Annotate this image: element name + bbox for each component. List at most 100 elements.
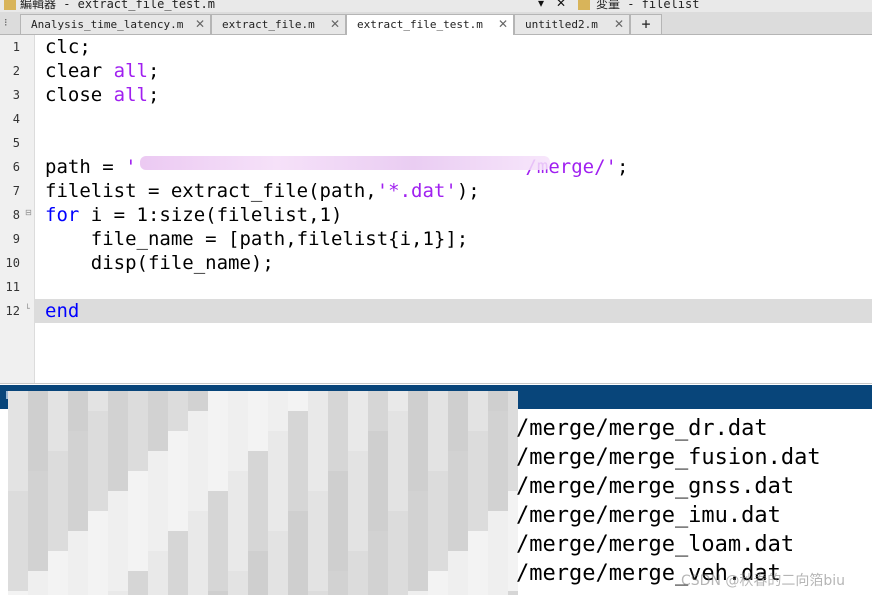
mosaic-cell (168, 391, 188, 411)
command-window[interactable]: /merge/merge_dr.dat/merge/merge_fusion.d… (0, 385, 872, 595)
mosaic-cell (48, 411, 68, 431)
code-line[interactable]: file_name = [path,filelist{i,1}]; (45, 227, 469, 251)
mosaic-cell (348, 391, 368, 411)
code-line[interactable]: clear all; (45, 59, 159, 83)
mosaic-cell (208, 431, 228, 451)
code-line[interactable]: disp(file_name); (45, 251, 274, 275)
tab-analysis-time-latency[interactable]: Analysis_time_latency.m ✕ (20, 14, 211, 34)
mosaic-cell (128, 411, 148, 431)
mosaic-cell (88, 471, 108, 491)
code-line[interactable]: end (34, 299, 872, 323)
tab-close-icon[interactable]: ✕ (330, 17, 340, 31)
mosaic-cell (8, 391, 28, 411)
mosaic-cell (48, 391, 68, 411)
mosaic-cell (208, 591, 228, 595)
mosaic-cell (188, 391, 208, 411)
mosaic-cell (148, 511, 168, 531)
line-number: 9 (12, 232, 20, 246)
mosaic-cell (348, 471, 368, 491)
mosaic-cell (368, 531, 388, 551)
variable-title: 変量 - filelist (596, 0, 700, 11)
code-token: for (45, 204, 80, 226)
tab-extract-file[interactable]: extract_file.m ✕ (211, 14, 346, 34)
mosaic-cell (188, 511, 208, 531)
mosaic-cell (328, 471, 348, 491)
tab-close-icon[interactable]: ✕ (614, 17, 624, 31)
mosaic-cell (488, 431, 508, 451)
code-line[interactable]: clc; (45, 35, 91, 59)
code-line[interactable]: filelist = extract_file(path,'*.dat'); (45, 179, 480, 203)
mosaic-cell (48, 511, 68, 531)
tab-grip-icon[interactable]: ⁝ (4, 16, 8, 29)
code-token: end (45, 300, 80, 322)
mosaic-cell (168, 411, 188, 431)
mosaic-cell (228, 591, 248, 595)
code-token: ); (456, 180, 480, 202)
close-icon[interactable]: ✕ (556, 0, 566, 10)
mosaic-cell (268, 391, 288, 411)
fold-end-icon: └ (25, 304, 30, 313)
mosaic-cell (508, 591, 518, 595)
mosaic-cell (68, 431, 88, 451)
mosaic-cell (228, 471, 248, 491)
mosaic-cell (468, 571, 488, 591)
tab-extract-file-test[interactable]: extract_file_test.m ✕ (346, 14, 514, 35)
mosaic-cell (488, 471, 508, 491)
mosaic-cell (148, 571, 168, 591)
mosaic-cell (48, 471, 68, 491)
mosaic-cell (268, 471, 288, 491)
code-line[interactable]: for i = 1:size(filelist,1) (45, 203, 342, 227)
mosaic-cell (448, 591, 468, 595)
code-line[interactable]: close all; (45, 83, 159, 107)
tab-close-icon[interactable]: ✕ (195, 17, 205, 31)
variable-icon (578, 0, 590, 10)
add-tab-button[interactable]: + (630, 14, 662, 34)
add-tab-label: + (641, 15, 651, 33)
mosaic-cell (468, 511, 488, 531)
mosaic-cell (428, 471, 448, 491)
code-editor[interactable]: 1 clc; 2 clear all; 3 close all; 4 5 6 path = ' /… (0, 35, 872, 384)
mosaic-cell (348, 531, 368, 551)
code-token: ' (125, 156, 137, 178)
mosaic-cell (188, 411, 208, 431)
mosaic-cell (428, 591, 448, 595)
mosaic-cell (108, 551, 128, 571)
mosaic-cell (448, 471, 468, 491)
mosaic-cell (28, 411, 48, 431)
mosaic-cell (328, 571, 348, 591)
mosaic-cell (448, 451, 468, 471)
tab-untitled2[interactable]: untitled2.m ✕ (514, 14, 630, 34)
mosaic-cell (328, 431, 348, 451)
mosaic-cell (388, 551, 408, 571)
mosaic-cell (88, 391, 108, 411)
mosaic-cell (248, 451, 268, 471)
mosaic-cell (228, 571, 248, 591)
mosaic-cell (128, 531, 148, 551)
mosaic-cell (348, 411, 368, 431)
tab-close-icon[interactable]: ✕ (498, 17, 508, 31)
mosaic-cell (368, 551, 388, 571)
mosaic-cell (188, 571, 208, 591)
mosaic-cell (388, 591, 408, 595)
mosaic-cell (88, 531, 108, 551)
fold-toggle-icon[interactable]: ⊟ (25, 208, 33, 217)
mosaic-cell (148, 431, 168, 451)
mosaic-cell (88, 411, 108, 431)
editor-tab-bar: ⁝ Analysis_time_latency.m ✕ extract_file… (0, 12, 872, 35)
mosaic-cell (408, 451, 428, 471)
mosaic-cell (488, 491, 508, 511)
code-token: ; (147, 84, 160, 106)
menu-arrow-icon[interactable]: ▾ (538, 0, 544, 10)
mosaic-cell (168, 591, 188, 595)
line-number: 3 (12, 88, 20, 102)
code-token: file_name = [path,filelist{i,1}]; (45, 228, 469, 250)
mosaic-cell (408, 571, 428, 591)
code-token: i = 1:size(filelist,1) (79, 204, 343, 226)
mosaic-cell (108, 471, 128, 491)
mosaic-cell (388, 471, 408, 491)
mosaic-cell (248, 431, 268, 451)
mosaic-cell (448, 551, 468, 571)
mosaic-cell (68, 571, 88, 591)
mosaic-cell (8, 511, 28, 531)
mosaic-cell (188, 491, 208, 511)
